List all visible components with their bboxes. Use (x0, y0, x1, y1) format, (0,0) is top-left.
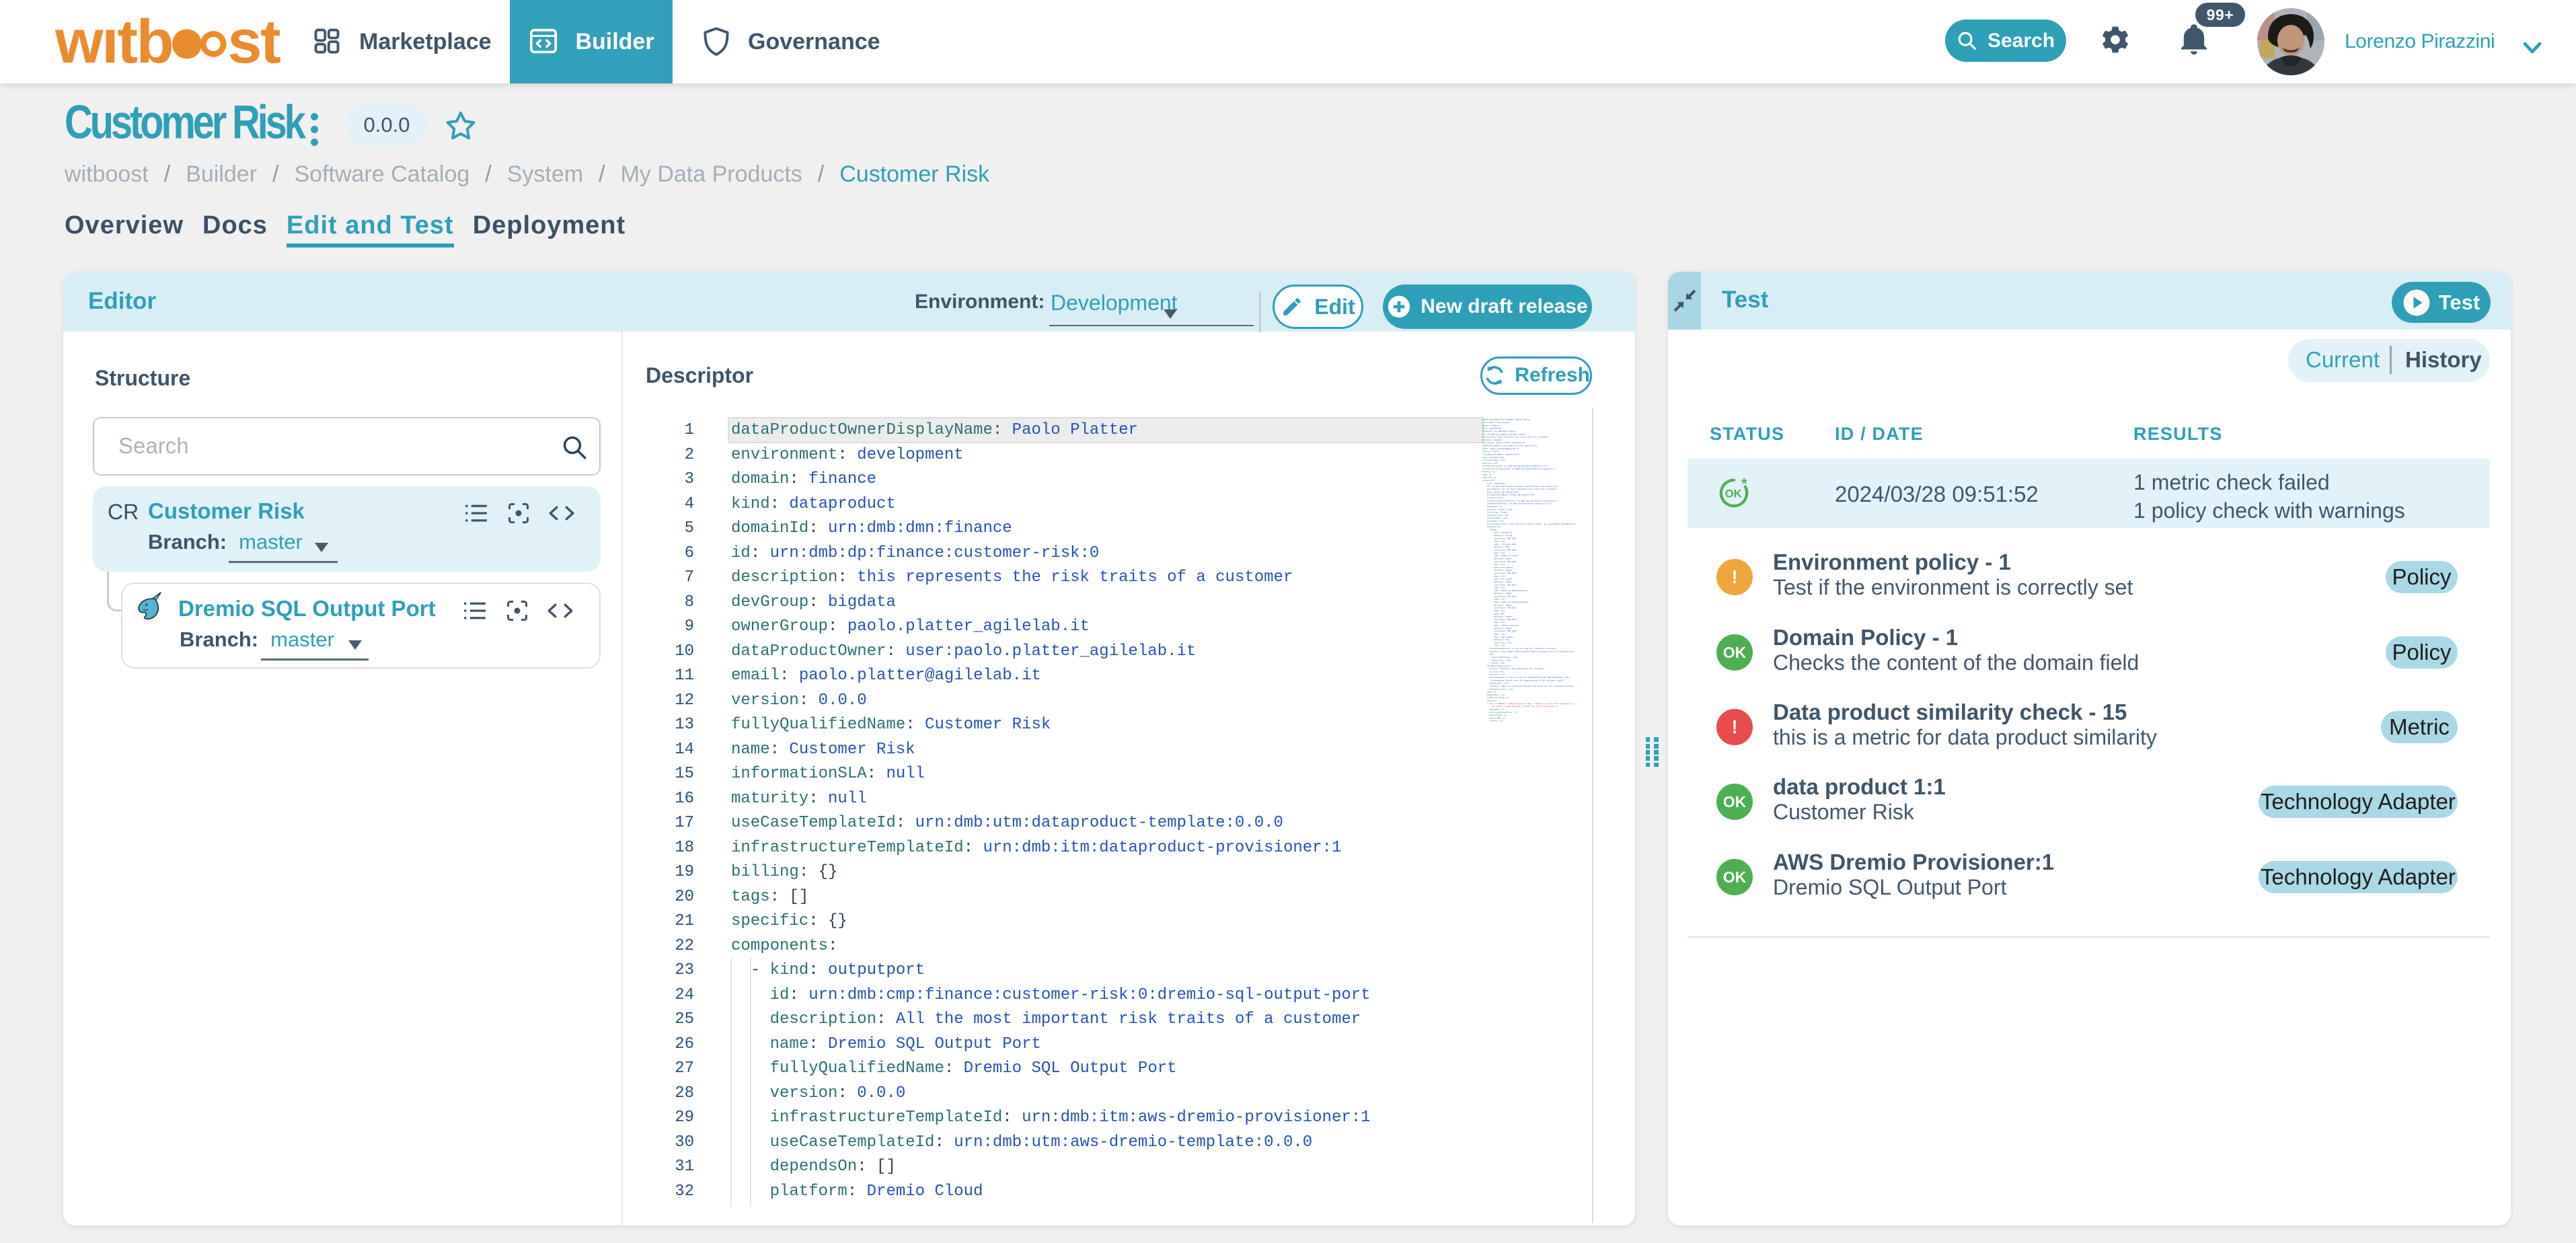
svg-text:*: * (1741, 477, 1747, 492)
svg-text:OK: OK (1725, 487, 1742, 500)
